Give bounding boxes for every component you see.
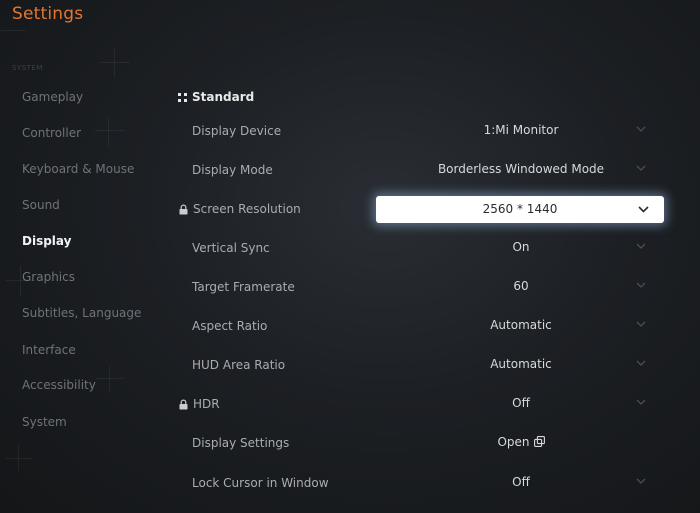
setting-label: HDR (193, 397, 220, 411)
setting-label: HUD Area Ratio (192, 358, 286, 372)
chevron-down-icon (638, 206, 649, 213)
setting-label: Display Device (192, 124, 282, 138)
setting-vertical-sync[interactable]: Vertical Sync On (178, 234, 668, 264)
open-display-settings-button[interactable]: Open (376, 435, 666, 449)
sidebar-item-display[interactable]: Display (22, 234, 71, 248)
setting-value: 1:Mi Monitor (483, 123, 559, 137)
chevron-down-icon (636, 282, 646, 288)
setting-label: Aspect Ratio (192, 319, 268, 333)
open-label: Open (497, 435, 530, 449)
sidebar-item-interface[interactable]: Interface (22, 343, 76, 357)
chevron-down-icon (636, 399, 646, 405)
grid-dots-icon (178, 92, 187, 102)
setting-label: Lock Cursor in Window (192, 476, 329, 490)
setting-value: Off (512, 475, 530, 489)
setting-display-mode[interactable]: Display Mode Borderless Windowed Mode (178, 156, 668, 186)
sidebar-item-gameplay[interactable]: Gameplay (22, 90, 83, 104)
setting-value: Off (512, 396, 530, 410)
chevron-down-icon (636, 360, 646, 366)
dropdown-value: 2560 * 1440 (482, 202, 558, 216)
page-title: Settings (12, 4, 84, 24)
sidebar-item-system[interactable]: System (22, 415, 67, 429)
chevron-down-icon (636, 126, 646, 132)
external-window-icon (533, 436, 545, 447)
setting-target-framerate[interactable]: Target Framerate 60 (178, 273, 668, 303)
open-display-settings-wrap: Open (376, 429, 666, 459)
setting-hdr[interactable]: HDR Off (178, 390, 668, 420)
setting-label: Target Framerate (192, 280, 295, 294)
chevron-down-icon (636, 478, 646, 484)
setting-display-settings: Display Settings Open (178, 429, 668, 459)
chevron-down-icon (636, 165, 646, 171)
lock-icon (179, 399, 188, 410)
sidebar-item-graphics[interactable]: Graphics (22, 270, 75, 284)
sidebar-item-sound[interactable]: Sound (22, 198, 60, 212)
setting-aspect-ratio[interactable]: Aspect Ratio Automatic (178, 312, 668, 342)
setting-value: On (512, 240, 530, 254)
sidebar-item-subtitles-language[interactable]: Subtitles, Language (22, 306, 141, 320)
setting-value: Borderless Windowed Mode (437, 162, 605, 176)
chevron-down-icon (636, 243, 646, 249)
sidebar-item-keyboard-mouse[interactable]: Keyboard & Mouse (22, 162, 134, 176)
setting-value: Automatic (490, 357, 552, 371)
lock-icon (179, 204, 188, 215)
resolution-dropdown[interactable]: 2560 * 1440 (376, 196, 664, 223)
setting-label: Screen Resolution (193, 202, 301, 216)
sidebar-item-accessibility[interactable]: Accessibility (22, 378, 96, 392)
setting-value: Automatic (490, 318, 552, 332)
setting-label: Display Settings (192, 436, 290, 450)
setting-label: Vertical Sync (192, 241, 270, 255)
section-header-standard: Standard (178, 90, 254, 104)
setting-hud-area-ratio[interactable]: HUD Area Ratio Automatic (178, 351, 668, 381)
page-subtitle: SYSTEM (12, 64, 43, 72)
setting-lock-cursor[interactable]: Lock Cursor in Window Off (178, 469, 668, 499)
chevron-down-icon (636, 321, 646, 327)
section-title: Standard (192, 90, 255, 104)
sidebar-item-controller[interactable]: Controller (22, 126, 81, 140)
setting-label: Display Mode (192, 163, 273, 177)
setting-display-device[interactable]: Display Device 1:Mi Monitor (178, 117, 668, 147)
setting-value: 60 (513, 279, 529, 293)
